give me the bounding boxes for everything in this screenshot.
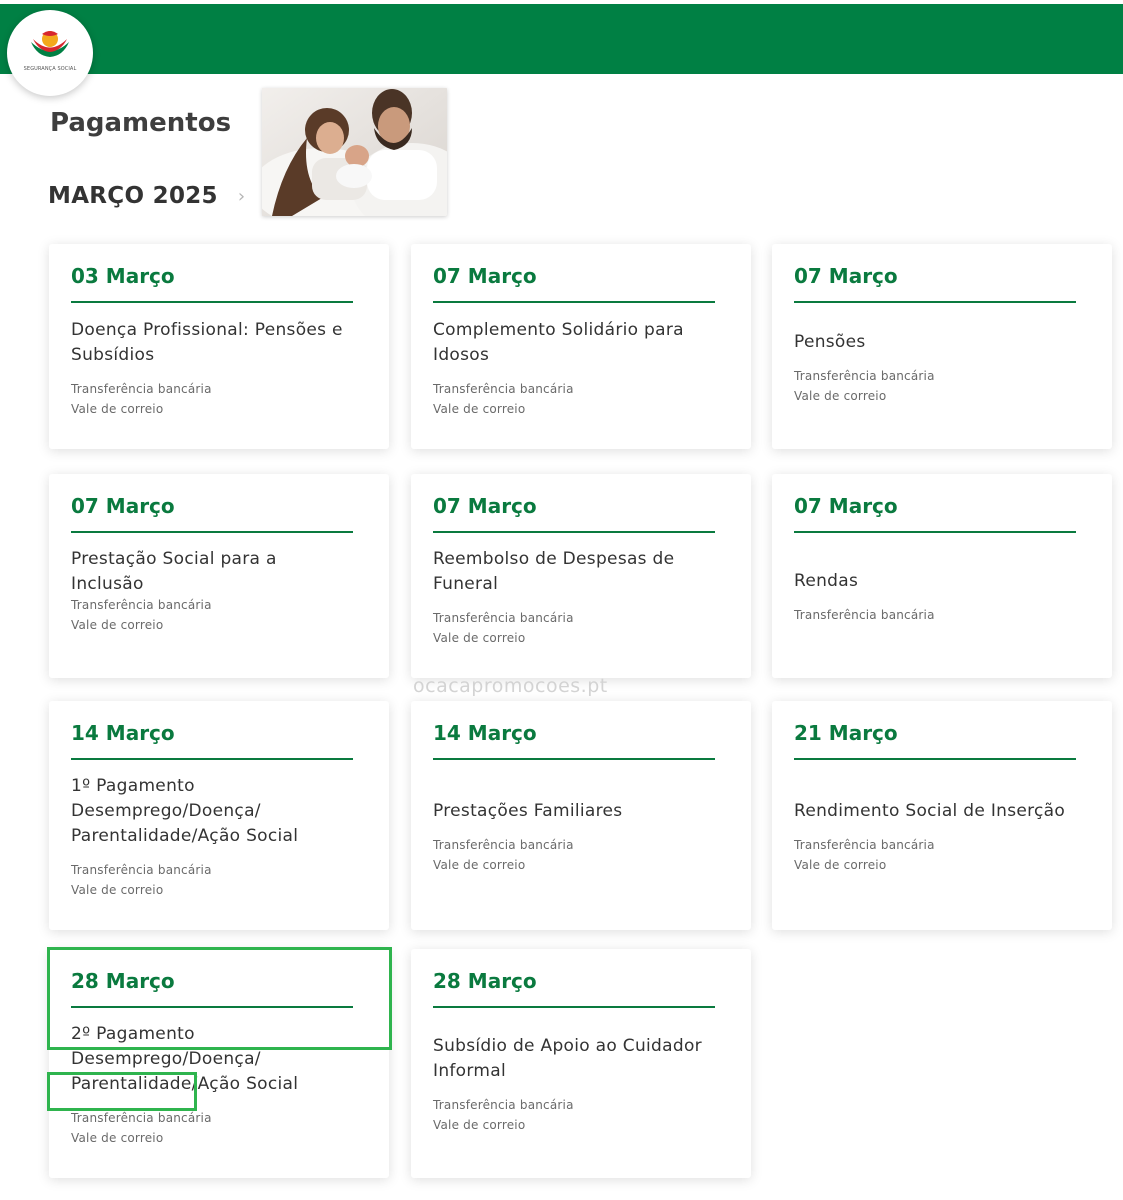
payment-methods: Transferência bancária Vale de correio	[71, 380, 353, 419]
card-title: Subsídio de Apoio ao Cuidador Informal	[433, 1036, 702, 1081]
payment-method: Transferência bancária	[794, 838, 935, 852]
card-date: 07 Março	[433, 264, 537, 288]
highlight-box-parentalidade	[47, 1072, 197, 1111]
payment-methods: Transferência bancária Vale de correio	[71, 861, 353, 900]
card-divider	[71, 758, 353, 760]
chevron-right-icon[interactable]: ›	[238, 186, 245, 207]
payment-method: Transferência bancária	[71, 598, 212, 612]
logo-text: SEGURANÇA SOCIAL	[23, 66, 77, 72]
payment-method: Vale de correio	[794, 388, 887, 403]
card-divider	[433, 531, 715, 533]
payment-card[interactable]: 28 Março Subsídio de Apoio ao Cuidador I…	[411, 949, 751, 1178]
payment-methods: Transferência bancária Vale de correio	[433, 380, 715, 419]
payment-methods: Transferência bancária	[794, 606, 1076, 626]
payment-card[interactable]: 14 Março 1º Pagamento Desemprego/Doença/…	[49, 701, 389, 930]
month-navigator[interactable]: MARÇO 2025 ›	[48, 183, 245, 209]
payment-card[interactable]: 07 Março Reembolso de Despesas de Funera…	[411, 474, 751, 678]
payment-card[interactable]: 03 Março Doença Profissional: Pensões e …	[49, 244, 389, 449]
payment-methods: Transferência bancária Vale de correio	[71, 1109, 353, 1148]
payment-method: Transferência bancária	[433, 611, 574, 625]
payment-card[interactable]: 07 Março Complemento Solidário para Idos…	[411, 244, 751, 449]
card-date: 03 Março	[71, 264, 175, 288]
card-title: Doença Profissional: Pensões e Subsídios	[71, 320, 343, 365]
card-date: 07 Março	[794, 264, 898, 288]
payment-method: Vale de correio	[71, 1130, 164, 1145]
card-title: Prestação Social para a Inclusão	[71, 548, 277, 594]
card-date: 21 Março	[794, 721, 898, 745]
card-title: Reembolso de Despesas de Funeral	[433, 549, 675, 594]
hero-family-image	[262, 88, 447, 216]
payment-methods: Transferência bancária Vale de correio	[71, 596, 353, 635]
card-divider	[433, 1006, 715, 1008]
payment-card[interactable]: 21 Março Rendimento Social de Inserção T…	[772, 701, 1112, 930]
payment-method: Vale de correio	[71, 617, 164, 632]
payment-methods: Transferência bancária Vale de correio	[433, 1096, 715, 1135]
payment-methods: Transferência bancária Vale de correio	[433, 836, 715, 875]
month-label: MARÇO 2025	[48, 183, 218, 209]
card-divider	[794, 301, 1076, 303]
card-date: 28 Março	[433, 969, 537, 993]
payment-methods: Transferência bancária Vale de correio	[794, 367, 1076, 406]
card-title: Rendimento Social de Inserção	[794, 801, 1066, 821]
payment-method: Vale de correio	[71, 882, 164, 897]
card-date: 07 Março	[433, 494, 537, 518]
card-date: 14 Março	[433, 721, 537, 745]
payment-method: Vale de correio	[433, 1117, 526, 1132]
card-date: 07 Março	[71, 494, 175, 518]
payment-method: Transferência bancária	[794, 369, 935, 383]
highlight-box-date	[47, 947, 392, 1050]
payment-card[interactable]: 07 Março Prestação Social para a Inclusã…	[49, 474, 389, 678]
payment-methods: Transferência bancária Vale de correio	[794, 836, 1076, 875]
payment-method: Transferência bancária	[71, 382, 212, 396]
payment-card[interactable]: 07 Março Rendas Transferência bancária	[772, 474, 1112, 678]
card-divider	[433, 301, 715, 303]
payment-method: Transferência bancária	[71, 863, 212, 877]
page-title: Pagamentos	[50, 108, 232, 138]
logo-emblem-icon	[31, 31, 69, 57]
payment-method: Vale de correio	[794, 857, 887, 872]
card-date: 14 Março	[71, 721, 175, 745]
payment-method: Transferência bancária	[433, 1098, 574, 1112]
card-divider	[794, 531, 1076, 533]
payment-method: Vale de correio	[433, 401, 526, 416]
payment-method: Transferência bancária	[794, 608, 935, 622]
card-title: 1º Pagamento Desemprego/Doença/ Parental…	[71, 776, 299, 846]
watermark: ocacapromocoes.pt	[413, 675, 608, 697]
payment-method: Vale de correio	[71, 401, 164, 416]
payment-method: Vale de correio	[433, 630, 526, 645]
card-title: Rendas	[794, 571, 859, 591]
card-divider	[794, 758, 1076, 760]
card-divider	[71, 531, 353, 533]
top-bar	[0, 4, 1123, 74]
payment-method: Transferência bancária	[71, 1111, 212, 1125]
payment-method: Transferência bancária	[433, 382, 574, 396]
payment-methods: Transferência bancária Vale de correio	[433, 609, 715, 648]
card-date: 07 Março	[794, 494, 898, 518]
card-divider	[433, 758, 715, 760]
payment-method: Vale de correio	[433, 857, 526, 872]
payment-card[interactable]: 07 Março Pensões Transferência bancária …	[772, 244, 1112, 449]
card-title: Pensões	[794, 332, 866, 352]
card-title: Complemento Solidário para Idosos	[433, 320, 684, 365]
card-title: Prestações Familiares	[433, 801, 623, 821]
payment-method: Transferência bancária	[433, 838, 574, 852]
seguranca-social-logo[interactable]: SEGURANÇA SOCIAL	[7, 10, 93, 96]
card-divider	[71, 301, 353, 303]
payment-card[interactable]: 14 Março Prestações Familiares Transferê…	[411, 701, 751, 930]
